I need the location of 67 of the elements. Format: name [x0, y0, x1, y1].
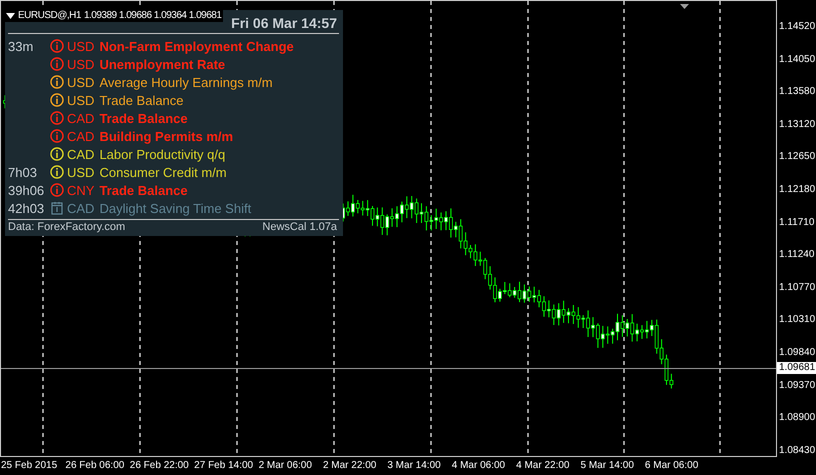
price-label: 1.11240: [779, 249, 816, 262]
event-title: Average Hourly Earnings m/m: [99, 74, 273, 90]
currency-code: USD: [67, 74, 94, 90]
price-label: 1.09370: [779, 380, 816, 392]
symbol-name: EURUSD@,H1: [18, 10, 81, 21]
version-label: NewsCal 1.07a: [262, 221, 337, 234]
price-label: 1.08430: [779, 444, 816, 457]
time-label: 5 Mar 14:00: [580, 459, 635, 473]
time-label: 26 Feb 22:00: [130, 459, 190, 473]
time-label: 3 Mar 14:00: [387, 459, 442, 473]
price-label: 1.08900: [779, 412, 816, 424]
date-time: Fri 06 Mar 14:57: [231, 14, 337, 32]
event-title: Trade Balance: [99, 110, 188, 126]
time-label: 27 Feb 14:00: [194, 459, 254, 473]
event-title: Non-Farm Employment Change: [99, 38, 294, 54]
currency-code: USD: [67, 164, 94, 180]
event-title: Building Permits m/m: [99, 128, 234, 144]
event-title: Labor Productivity q/q: [99, 146, 226, 162]
price-label: 1.12650: [779, 151, 816, 164]
time-label: 4 Mar 22:00: [516, 459, 570, 473]
time-label: 2 Mar 06:00: [258, 459, 313, 473]
currency-code: CAD: [67, 110, 94, 126]
price-label: 1.10770: [779, 282, 816, 294]
time-label: 6 Mar 06:00: [644, 459, 700, 473]
time-label: 26 Feb 06:00: [65, 459, 126, 473]
currency-code: USD: [67, 56, 94, 72]
info-icon: [50, 129, 64, 143]
currency-code: CAD: [67, 146, 94, 162]
price-label: 1.13580: [779, 86, 816, 98]
current-price: 1.09681: [777, 362, 816, 374]
event-title: Trade Balance: [99, 92, 184, 108]
info-icon: [50, 183, 64, 197]
currency-code: USD: [67, 92, 94, 108]
price-label: 1.11710: [779, 216, 816, 229]
price-label: 1.10310: [779, 314, 816, 326]
event-title: Trade Balance: [99, 182, 188, 198]
currency-code: USD: [67, 38, 94, 54]
event-time: 39h06: [8, 182, 46, 198]
time-label: 2 Mar 22:00: [322, 459, 378, 473]
time-label: 25 Feb 2015: [1, 459, 58, 473]
info-icon: [50, 75, 64, 89]
currency-code: CAD: [67, 128, 94, 144]
price-label: 1.13120: [779, 118, 816, 131]
event-time: 7h03: [8, 164, 38, 180]
info-icon: [50, 57, 64, 71]
price-label: 1.14050: [779, 54, 816, 66]
price-label: 1.14520: [779, 21, 816, 33]
quote-values: 1.09389 1.09686 1.09364 1.09681: [84, 10, 222, 21]
time-label: 4 Mar 06:00: [452, 459, 506, 473]
event-title: Unemployment Rate: [99, 56, 226, 72]
price-label: 1.09840: [779, 347, 816, 360]
info-icon: [50, 111, 64, 125]
event-time: 42h03: [8, 200, 46, 216]
info-icon: [50, 165, 64, 179]
triangle-icon[interactable]: [6, 12, 15, 18]
event-title: Daylight Saving Time Shift: [99, 200, 252, 216]
calendar-icon: [50, 201, 64, 215]
info-icon: [50, 93, 64, 107]
info-icon: [50, 147, 64, 161]
event-time: 33m: [8, 38, 34, 54]
marker-icon: [680, 4, 689, 9]
currency-code: CNY: [67, 182, 94, 198]
price-label: 1.12180: [779, 184, 816, 196]
data-source: Data: ForexFactory.com: [8, 221, 126, 234]
event-title: Consumer Credit m/m: [99, 164, 227, 180]
info-icon: [50, 39, 64, 53]
currency-code: CAD: [67, 200, 94, 216]
